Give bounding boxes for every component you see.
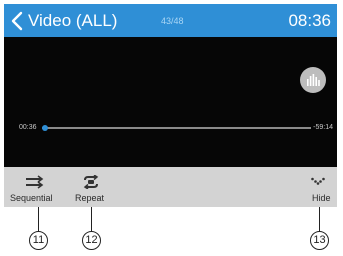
callout-leader-13 [319,207,320,231]
callout-leader-11 [38,207,39,231]
chevron-down-icon [311,177,325,185]
callout-leader-12 [91,207,92,231]
time-elapsed: 00:36 [19,124,37,131]
callout-11: 11 [29,231,48,250]
repeat-label: Repeat [75,193,105,203]
sequential-label: Sequential [10,193,53,203]
sequential-button[interactable]: Sequential [4,167,66,207]
clock: 08:36 [288,11,331,30]
equalizer-icon[interactable] [300,67,326,93]
time-remaining: -59:14 [313,124,333,131]
hide-label: Hide [312,193,331,203]
header-bar: Video (ALL) 43/48 08:36 [4,4,337,37]
chevron-left-icon[interactable] [10,11,24,31]
repeat-button[interactable]: Repeat [72,167,114,207]
sequential-icon [26,175,44,189]
seek-thumb[interactable] [41,125,48,131]
track-counter: 43/48 [161,16,184,26]
repeat-icon [83,175,99,189]
seek-bar[interactable] [41,125,311,131]
hide-button[interactable]: Hide [300,167,337,207]
control-bar: Sequential Repeat Hide [4,167,337,207]
video-area[interactable]: 00:36 -59:14 [4,37,337,167]
page-title: Video (ALL) [28,11,118,30]
callout-12: 12 [82,231,101,250]
callout-13: 13 [310,231,329,250]
